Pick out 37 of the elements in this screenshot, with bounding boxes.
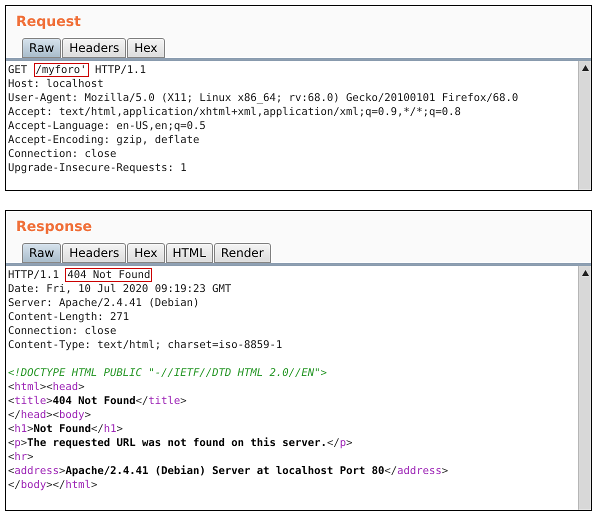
code-line: </head><body> xyxy=(8,408,91,422)
scrollbar[interactable] xyxy=(578,61,591,190)
code-line: Accept-Encoding: gzip, deflate xyxy=(8,133,200,147)
code-line: Connection: close xyxy=(8,324,116,338)
scroll-up-icon[interactable] xyxy=(582,270,588,276)
code-line: </body></html> xyxy=(8,478,98,492)
code-line: <h1>Not Found</h1> xyxy=(8,422,123,436)
tab[interactable]: Render xyxy=(214,243,271,263)
code-line: Upgrade-Insecure-Requests: 1 xyxy=(8,161,187,175)
code-line: <hr> xyxy=(8,450,34,464)
tab[interactable]: HTML xyxy=(166,243,213,263)
code-line: <title>404 Not Found</title> xyxy=(8,394,187,408)
code-line: Accept-Language: en-US,en;q=0.5 xyxy=(8,119,206,133)
tab[interactable]: Hex xyxy=(127,243,164,263)
code-line: Server: Apache/2.4.41 (Debian) xyxy=(8,296,200,310)
panel-title: Response xyxy=(16,218,92,237)
tab[interactable]: Raw xyxy=(22,38,62,58)
code-line: Host: localhost xyxy=(8,77,104,91)
code-line: <address>Apache/2.4.41 (Debian) Server at localhost Port 80</address> xyxy=(8,464,448,478)
code-line: Content-Type: text/html; charset=iso-8859-1 xyxy=(8,338,282,352)
scrollbar[interactable] xyxy=(578,266,591,510)
code-line: User-Agent: Mozilla/5.0 (X11; Linux x86_64; rv:68.0) Gecko/20100101 Firefox/68.0 xyxy=(8,91,518,105)
code-line: HTTP/1.1 404 Not Found xyxy=(8,268,152,282)
code-line: Connection: close xyxy=(8,147,116,161)
code-line: <html><head> xyxy=(8,380,85,394)
code-line: Content-Length: 271 xyxy=(8,310,130,324)
tab[interactable]: Headers xyxy=(62,243,126,263)
code-line: <p>The requested URL was not found on this server.</p> xyxy=(8,436,352,450)
code-line: Date: Fri, 10 Jul 2020 09:19:23 GMT xyxy=(8,282,232,296)
tab[interactable]: Hex xyxy=(127,38,164,58)
tab[interactable]: Raw xyxy=(22,243,62,263)
code-line: GET /myforo' HTTP/1.1 xyxy=(8,63,146,77)
scroll-up-icon[interactable] xyxy=(582,65,588,71)
panel-title: Request xyxy=(16,13,81,32)
code-line: Accept: text/html,application/xhtml+xml,application/xml;q=0.9,*/*;q=0.8 xyxy=(8,105,461,119)
code-line: <!DOCTYPE HTML PUBLIC "-//IETF//DTD HTML 2.0//EN"> xyxy=(8,366,327,380)
tab[interactable]: Headers xyxy=(62,38,126,58)
